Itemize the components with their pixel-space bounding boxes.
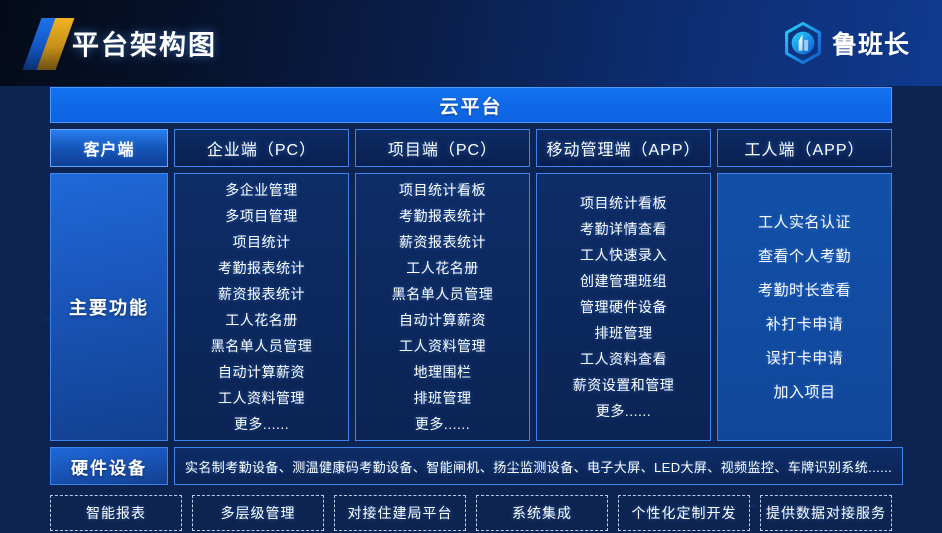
list-item[interactable]: 黑名单人员管理 <box>211 334 313 358</box>
list-item-more[interactable]: 更多...... <box>234 412 289 436</box>
list-item[interactable]: 工人资料管理 <box>399 334 486 358</box>
service-tag-custom-development[interactable]: 个性化定制开发 <box>618 495 750 531</box>
service-tag-multi-level-management[interactable]: 多层级管理 <box>192 495 324 531</box>
list-item[interactable]: 薪资设置和管理 <box>573 373 675 397</box>
page-title: 平台架构图 <box>72 30 217 61</box>
client-label-cell: 客户端 <box>50 129 168 167</box>
hardware-device-list: 实名制考勤设备、测温健康码考勤设备、智能闸机、扬尘监测设备、电子大屏、LED大屏… <box>174 447 904 485</box>
features-row: 主要功能 多企业管理 多项目管理 项目统计 考勤报表统计 薪资报表统计 工人花名… <box>50 173 892 441</box>
list-item[interactable]: 考勤报表统计 <box>218 256 305 280</box>
page-header: 平台架构图 鲁班长 <box>0 0 942 86</box>
list-item[interactable]: 自动计算薪资 <box>218 360 305 384</box>
list-item[interactable]: 项目统计看板 <box>580 191 667 215</box>
row-label-client: 客户端 <box>50 129 168 167</box>
list-item[interactable]: 考勤报表统计 <box>399 204 486 228</box>
list-item[interactable]: 多项目管理 <box>225 204 298 228</box>
service-tag-row: 智能报表 多层级管理 对接住建局平台 系统集成 个性化定制开发 提供数据对接服务 <box>50 495 892 531</box>
brand-name: 鲁班长 <box>831 31 910 59</box>
list-item[interactable]: 排班管理 <box>595 321 653 345</box>
list-item[interactable]: 工人快速录入 <box>580 243 667 267</box>
row-label-hardware: 硬件设备 <box>50 447 168 485</box>
list-item[interactable]: 地理围栏 <box>414 360 472 384</box>
list-item[interactable]: 项目统计 <box>233 230 291 254</box>
luban-hexagon-building-icon <box>785 22 821 64</box>
hardware-label-cell: 硬件设备 <box>50 447 168 485</box>
slash-logo-icon <box>22 18 75 70</box>
client-header-row: 客户端 企业端（PC） 项目端（PC） 移动管理端（APP） 工人端（APP） <box>50 129 892 167</box>
list-item[interactable]: 工人资料管理 <box>218 386 305 410</box>
list-item[interactable]: 自动计算薪资 <box>399 308 486 332</box>
list-item[interactable]: 工人实名认证 <box>758 209 851 236</box>
cloud-platform-bar: 云平台 <box>50 87 892 123</box>
list-item[interactable]: 黑名单人员管理 <box>392 282 494 306</box>
hardware-body: 实名制考勤设备、测温健康码考勤设备、智能闸机、扬尘监测设备、电子大屏、LED大屏… <box>174 447 904 485</box>
brand-lockup: 鲁班长 <box>783 22 910 64</box>
client-headers: 企业端（PC） 项目端（PC） 移动管理端（APP） 工人端（APP） <box>174 129 892 167</box>
hardware-row: 硬件设备 实名制考勤设备、测温健康码考勤设备、智能闸机、扬尘监测设备、电子大屏、… <box>50 447 904 485</box>
feature-panel-worker: 工人实名认证 查看个人考勤 考勤时长查看 补打卡申请 误打卡申请 加入项目 <box>717 173 892 441</box>
architecture-board: 云平台 客户端 企业端（PC） 项目端（PC） 移动管理端（APP） 工人端（A… <box>0 87 942 531</box>
list-item[interactable]: 误打卡申请 <box>766 345 844 372</box>
list-item-more[interactable]: 更多...... <box>415 412 470 436</box>
list-item[interactable]: 项目统计看板 <box>399 178 486 202</box>
list-item[interactable]: 查看个人考勤 <box>758 243 851 270</box>
column-header-project[interactable]: 项目端（PC） <box>355 129 530 167</box>
service-tag-data-integration-service[interactable]: 提供数据对接服务 <box>760 495 892 531</box>
list-item[interactable]: 多企业管理 <box>225 178 298 202</box>
feature-panel-mobile-admin: 项目统计看板 考勤详情查看 工人快速录入 创建管理班组 管理硬件设备 排班管理 … <box>536 173 711 441</box>
list-item[interactable]: 工人花名册 <box>225 308 298 332</box>
list-item[interactable]: 管理硬件设备 <box>580 295 667 319</box>
list-item[interactable]: 加入项目 <box>773 379 835 406</box>
list-item[interactable]: 创建管理班组 <box>580 269 667 293</box>
feature-panel-project: 项目统计看板 考勤报表统计 薪资报表统计 工人花名册 黑名单人员管理 自动计算薪… <box>355 173 530 441</box>
list-item[interactable]: 薪资报表统计 <box>399 230 486 254</box>
list-item[interactable]: 工人资料查看 <box>580 347 667 371</box>
features-panels: 多企业管理 多项目管理 项目统计 考勤报表统计 薪资报表统计 工人花名册 黑名单… <box>174 173 892 441</box>
service-tag-housing-bureau-platform[interactable]: 对接住建局平台 <box>334 495 466 531</box>
column-header-mobile-admin[interactable]: 移动管理端（APP） <box>536 129 711 167</box>
service-tag-system-integration[interactable]: 系统集成 <box>476 495 608 531</box>
row-label-features: 主要功能 <box>50 173 168 441</box>
column-header-enterprise[interactable]: 企业端（PC） <box>174 129 349 167</box>
list-item[interactable]: 考勤详情查看 <box>580 217 667 241</box>
list-item-more[interactable]: 更多...... <box>596 399 651 423</box>
list-item[interactable]: 薪资报表统计 <box>218 282 305 306</box>
service-tag-smart-report[interactable]: 智能报表 <box>50 495 182 531</box>
list-item[interactable]: 工人花名册 <box>406 256 479 280</box>
list-item[interactable]: 考勤时长查看 <box>758 277 851 304</box>
list-item[interactable]: 排班管理 <box>414 386 472 410</box>
feature-panel-enterprise: 多企业管理 多项目管理 项目统计 考勤报表统计 薪资报表统计 工人花名册 黑名单… <box>174 173 349 441</box>
features-label-cell: 主要功能 <box>50 173 168 441</box>
list-item[interactable]: 补打卡申请 <box>766 311 844 338</box>
column-header-worker[interactable]: 工人端（APP） <box>717 129 892 167</box>
